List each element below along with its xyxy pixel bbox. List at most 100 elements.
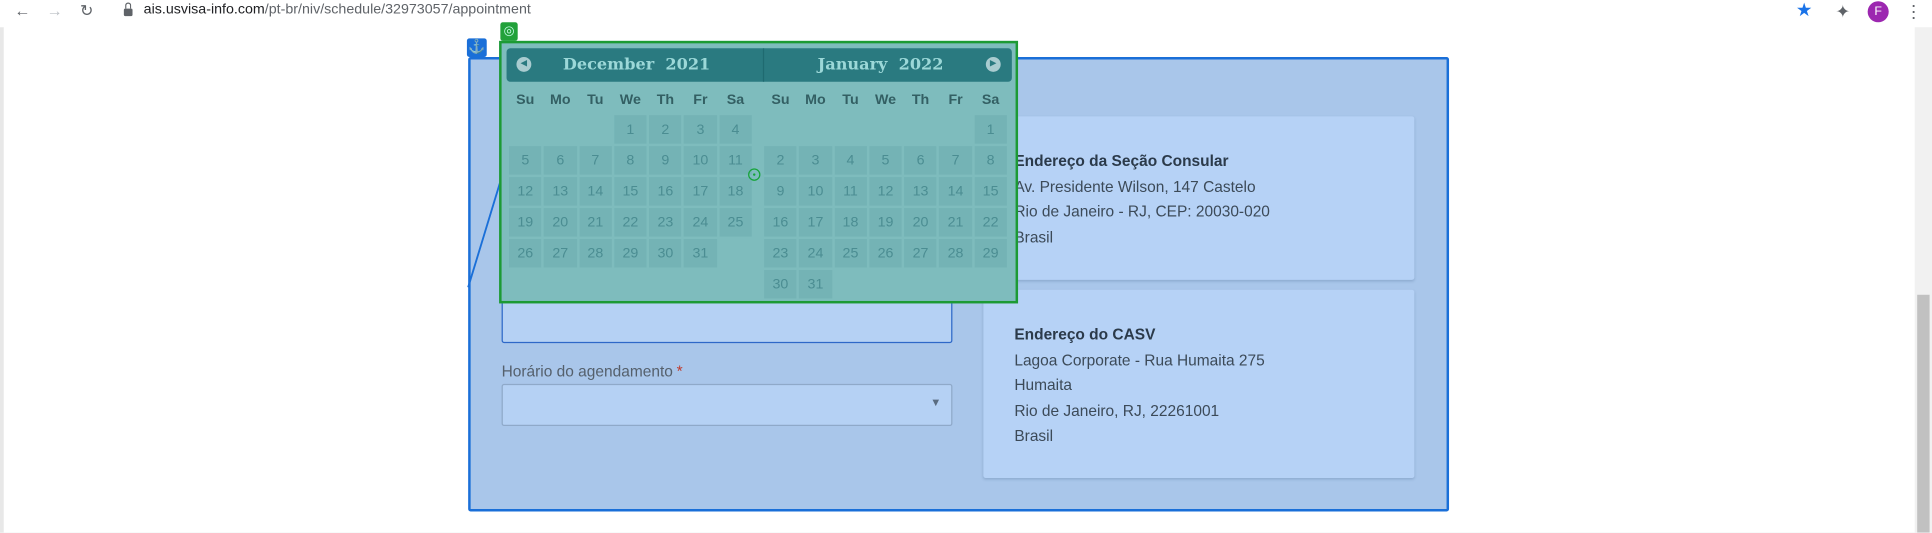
weekday-label: Fr xyxy=(948,92,963,108)
calendar-day: 4 xyxy=(719,115,752,144)
scrollbar-thumb[interactable] xyxy=(1917,294,1930,533)
calendar-day: 5 xyxy=(869,146,902,175)
weekday-label: Fr xyxy=(693,92,708,108)
calendar-day: 4 xyxy=(834,146,867,175)
month-year: 2022 xyxy=(898,55,944,75)
calendar-day: 27 xyxy=(544,239,577,268)
calendar-day: 12 xyxy=(509,177,542,206)
chevron-right-icon[interactable]: ▶ xyxy=(985,56,1001,72)
empty-day-cell xyxy=(764,115,797,143)
calendar-day: 22 xyxy=(614,208,647,237)
calendar-day: 29 xyxy=(614,239,647,268)
calendar-day: 20 xyxy=(904,208,937,237)
calendar-day: 30 xyxy=(649,239,682,268)
calendar-day: 12 xyxy=(869,177,902,206)
empty-day-cell xyxy=(869,270,902,298)
appointment-time-label: Horário do agendamento * xyxy=(502,363,683,380)
calendar-week-row: 1 xyxy=(764,115,1007,144)
url-path: /pt-br/niv/schedule/32973057/appointment xyxy=(264,2,531,18)
calendar-day: 10 xyxy=(684,146,717,175)
weekday-label: Th xyxy=(911,92,930,108)
casv-address-card: Endereço do CASV Lagoa Corporate - Rua H… xyxy=(983,289,1415,479)
calendar-day: 28 xyxy=(939,239,972,268)
calendar-week-row: 26 27 28 29 30 31 xyxy=(509,239,752,268)
calendar-day: 21 xyxy=(939,208,972,237)
appointment-time-select[interactable]: ▼ xyxy=(501,383,953,427)
calendar-week-row: 1234 xyxy=(509,115,752,144)
month-title-january: January 2022 xyxy=(769,56,992,75)
calendar-week-row: 23 24 25 26 27 28 29 xyxy=(764,239,1007,268)
puzzle-extension-icon[interactable]: ✦ xyxy=(1835,0,1850,22)
calendar-day: 24 xyxy=(799,239,832,268)
dropdown-arrow-icon: ▼ xyxy=(930,396,942,409)
address-bar[interactable]: ais.usvisa-info.com/pt-br/niv/schedule/3… xyxy=(144,2,531,17)
consular-address-title: Endereço da Seção Consular xyxy=(1014,152,1229,170)
month-title-december: December 2021 xyxy=(525,56,748,75)
calendar-day: 24 xyxy=(684,208,717,237)
consular-address-card: Endereço da Seção Consular Av. President… xyxy=(983,116,1415,280)
calendar-week-row: 9 10 11 12 13 14 15 xyxy=(764,177,1007,206)
empty-day-cell xyxy=(834,115,867,143)
calendar-day: 6 xyxy=(544,146,577,175)
calendar-day: 26 xyxy=(869,239,902,268)
avatar[interactable]: F xyxy=(1867,1,1889,23)
reload-icon[interactable]: ↻ xyxy=(74,0,99,25)
browser-toolbar: ← → ↻ ais.usvisa-info.com/pt-br/niv/sche… xyxy=(0,0,1932,25)
weekday-label: We xyxy=(619,92,641,108)
calendar-day: 3 xyxy=(684,115,717,144)
casv-address-line: Rio de Janeiro, RJ, 22261001 xyxy=(1014,402,1220,420)
forward-arrow-icon[interactable]: → xyxy=(42,0,67,25)
month-name: January xyxy=(817,55,888,75)
kebab-menu-icon[interactable]: ⋮ xyxy=(1905,0,1922,22)
calendar-day: 7 xyxy=(579,146,612,175)
target-icon xyxy=(748,168,761,181)
url-host: ais.usvisa-info.com xyxy=(143,2,265,18)
calendar-day: 10 xyxy=(799,177,832,206)
calendar-day: 19 xyxy=(869,208,902,237)
calendar-week-row: 5 6 7 8 9 10 11 xyxy=(509,146,752,175)
calendar-day: 6 xyxy=(904,146,937,175)
casv-address-line: Lagoa Corporate - Rua Humaita 275 xyxy=(1014,351,1265,369)
appointment-date-input[interactable] xyxy=(501,300,953,344)
calendar-day: 9 xyxy=(764,177,797,206)
calendar-day: 25 xyxy=(834,239,867,268)
lock-icon[interactable] xyxy=(123,2,133,17)
page-gutter xyxy=(0,27,4,533)
anchor-icon: ⚓ xyxy=(466,38,487,57)
calendar-day: 20 xyxy=(544,208,577,237)
casv-address-line: Brasil xyxy=(1014,427,1054,446)
weekday-label: Sa xyxy=(981,92,1000,108)
calendar-day: 17 xyxy=(684,177,717,206)
calendar-week-row: 16 17 18 19 20 21 22 xyxy=(764,208,1007,237)
calendar-day: 5 xyxy=(509,146,542,175)
empty-day-cell xyxy=(939,115,972,143)
weekday-header-row: Su Mo Tu We Th Fr Sa xyxy=(764,88,1007,113)
casv-address-line: Humaita xyxy=(1014,376,1072,395)
calendar-day: 2 xyxy=(764,146,797,175)
weekday-label: Su xyxy=(516,92,535,108)
weekday-label: Sa xyxy=(726,92,745,108)
calendar-day: 19 xyxy=(509,208,542,237)
star-icon[interactable]: ★ xyxy=(1796,0,1813,22)
calendar-week-row: 30 31 xyxy=(764,269,1007,299)
empty-day-cell xyxy=(719,239,752,267)
calendar-day: 31 xyxy=(684,239,717,268)
weekday-label: Tu xyxy=(587,92,604,108)
empty-day-cell xyxy=(834,270,867,298)
weekday-label: Su xyxy=(771,92,790,108)
month-year: 2021 xyxy=(665,55,711,75)
calendar-day: 9 xyxy=(649,146,682,175)
weekday-label: Th xyxy=(656,92,675,108)
weekday-header-row: Su Mo Tu We Th Fr Sa xyxy=(509,88,752,113)
appointment-time-label-text: Horário do agendamento xyxy=(501,362,673,381)
calendar-day: 16 xyxy=(764,208,797,237)
weekday-label: Mo xyxy=(550,92,571,108)
calendar-day: 29 xyxy=(974,239,1007,268)
consular-address-line: Brasil xyxy=(1014,228,1054,247)
calendar-day: 25 xyxy=(719,208,752,237)
calendar-day: 15 xyxy=(614,177,647,206)
calendar-day: 30 xyxy=(764,269,797,299)
calendar-day: 16 xyxy=(649,177,682,206)
datepicker-header: ◀ December 2021 January 2022 ▶ xyxy=(506,48,1012,82)
back-arrow-icon[interactable]: ← xyxy=(10,0,35,25)
